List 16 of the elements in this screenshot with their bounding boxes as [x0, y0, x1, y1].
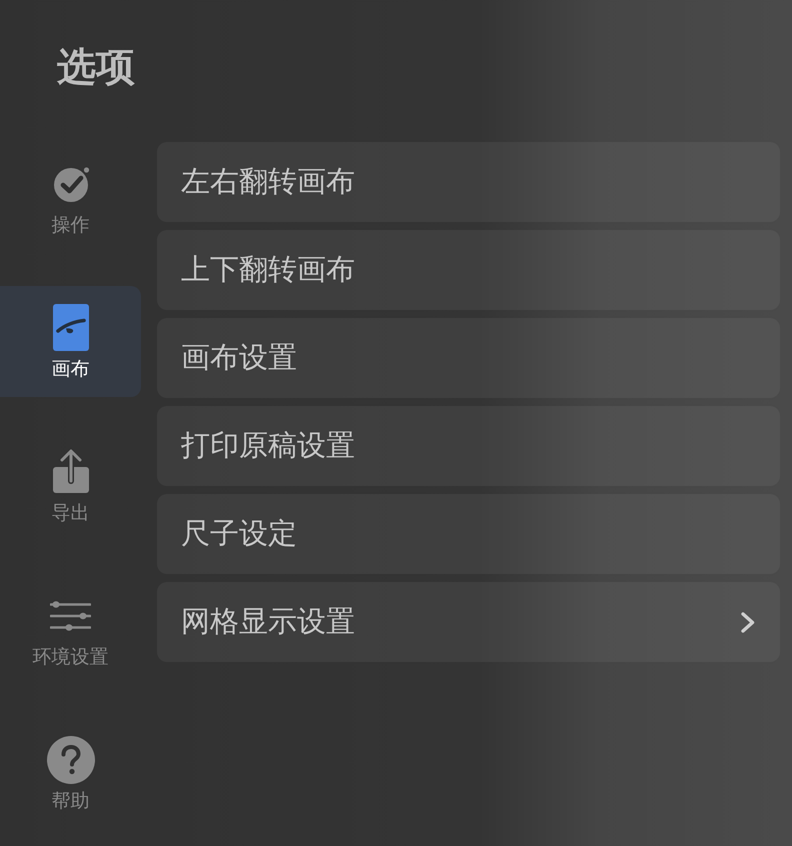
menu-item[interactable]: 左右翻转画布	[157, 142, 780, 222]
page-title: 选项	[57, 46, 135, 90]
menu-item[interactable]: 打印原稿设置	[157, 406, 780, 486]
canvas-brush-icon	[52, 304, 88, 351]
share-upload-icon	[52, 449, 88, 494]
sidebar-tab[interactable]: 导出	[0, 430, 141, 541]
menu-item[interactable]: 网格显示设置	[157, 582, 780, 662]
sidebar-tab[interactable]: 操作	[0, 142, 141, 253]
sliders-icon	[50, 600, 91, 630]
menu-item[interactable]: 尺子设定	[157, 494, 780, 574]
menu-item[interactable]: 画布设置	[157, 318, 780, 398]
help-icon	[46, 736, 94, 784]
sidebar-tab[interactable]: 环境设置	[0, 574, 141, 685]
menu-item[interactable]: 上下翻转画布	[157, 230, 780, 310]
sidebar-tab[interactable]: 画布	[0, 286, 141, 397]
sidebar-tab[interactable]: 帮助	[0, 718, 141, 829]
